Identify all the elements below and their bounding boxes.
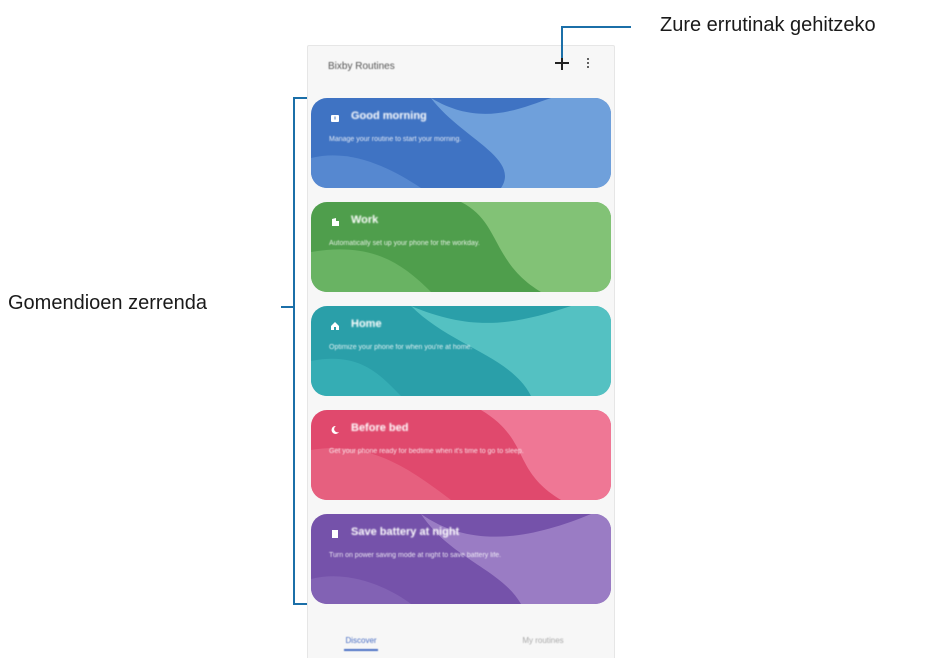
- bottom-tab-bar: Discover My routines: [308, 628, 614, 658]
- bracket-bottom-tick: [293, 603, 307, 605]
- routine-description: Turn on power saving mode at night to sa…: [329, 552, 502, 559]
- bracket-top-tick: [293, 97, 307, 99]
- bracket-label-tick: [281, 306, 293, 308]
- routine-description: Get your phone ready for bedtime when it…: [329, 448, 524, 455]
- add-routine-callout-vertical: [561, 26, 563, 58]
- routine-title: Home: [351, 318, 382, 330]
- routine-card-home[interactable]: Home Optimize your phone for when you're…: [311, 306, 611, 396]
- routine-title: Before bed: [351, 422, 409, 434]
- routine-card-good-morning[interactable]: Good morning Manage your routine to star…: [311, 98, 611, 188]
- app-title: Bixby Routines: [328, 61, 395, 72]
- app-bar: Bixby Routines: [308, 46, 614, 90]
- routine-description: Manage your routine to start your mornin…: [329, 136, 462, 143]
- home-icon: [329, 320, 341, 332]
- add-routine-button[interactable]: [554, 56, 570, 72]
- routine-card-before-bed[interactable]: Before bed Get your phone ready for bedt…: [311, 410, 611, 500]
- add-routines-label: Zure errutinak gehitzeko: [660, 14, 876, 36]
- recommended-list-bracket: [293, 97, 295, 605]
- routine-card-save-battery[interactable]: Save battery at night Turn on power savi…: [311, 514, 611, 604]
- more-options-button[interactable]: [583, 58, 593, 72]
- routine-title: Good morning: [351, 110, 427, 122]
- routine-title: Save battery at night: [351, 526, 460, 538]
- tab-my-routines[interactable]: My routines: [508, 636, 578, 645]
- recommended-list-label: Gomendioen zerrenda: [8, 292, 208, 314]
- routine-title: Work: [351, 214, 379, 226]
- alarm-icon: [329, 112, 341, 124]
- routine-description: Optimize your phone for when you're at h…: [329, 344, 473, 351]
- routine-description: Automatically set up your phone for the …: [329, 240, 480, 247]
- moon-icon: [329, 424, 341, 436]
- battery-icon: [329, 528, 341, 540]
- plus-icon: [555, 56, 569, 70]
- add-routine-callout-horizontal: [561, 26, 631, 28]
- routine-card-work[interactable]: Work Automatically set up your phone for…: [311, 202, 611, 292]
- more-vert-icon: [587, 58, 589, 60]
- tab-discover[interactable]: Discover: [336, 636, 386, 651]
- work-icon: [329, 216, 341, 228]
- phone-screen: Bixby Routines Good morning Manage your …: [307, 45, 615, 658]
